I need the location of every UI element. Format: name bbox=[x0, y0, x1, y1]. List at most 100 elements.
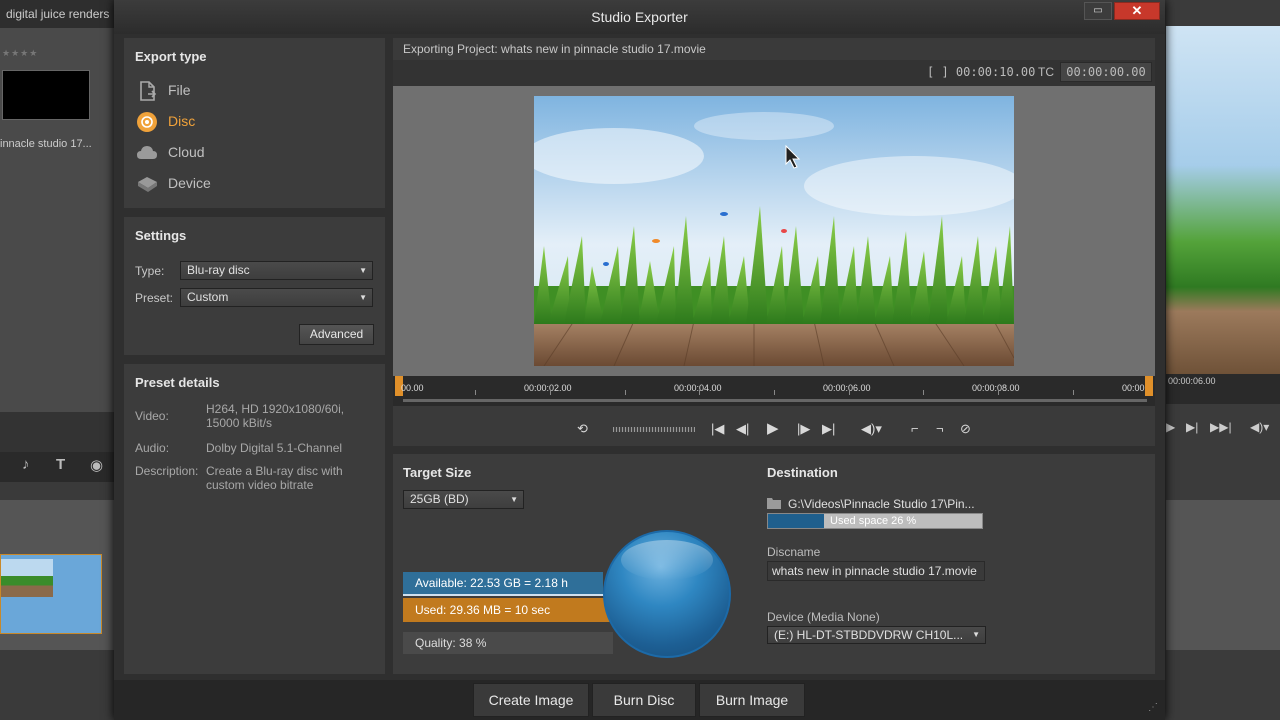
library-clip-label: innacle studio 17... bbox=[0, 138, 92, 150]
volume-icon[interactable]: ◀)▾ bbox=[861, 422, 882, 436]
used-bar: Used: 29.36 MB = 10 sec bbox=[403, 598, 613, 622]
skip-start-icon[interactable]: |◀ bbox=[711, 422, 724, 436]
used-space-bar: Used space 26 % bbox=[767, 513, 983, 529]
ruler-minor-tick bbox=[699, 390, 700, 395]
preset-label: Preset: bbox=[135, 291, 174, 305]
description-label: Description: bbox=[135, 464, 199, 478]
target-destination-panel: Target Size 25GB (BD) ▼ Available: 22.53… bbox=[393, 454, 1155, 674]
ruler-minor-tick bbox=[550, 390, 551, 395]
library-panel bbox=[0, 0, 116, 412]
used-space-label: Used space 26 % bbox=[830, 515, 917, 527]
device-value: (E:) HL-DT-STBDDVDRW CH10L... bbox=[774, 628, 964, 642]
type-label: Type: bbox=[135, 264, 165, 278]
folder-icon[interactable] bbox=[767, 497, 781, 509]
loop-icon[interactable]: ⟲ bbox=[577, 422, 588, 436]
file-icon bbox=[140, 81, 157, 101]
preset-dropdown[interactable]: Custom ▼ bbox=[180, 288, 373, 307]
title-text-icon[interactable]: T bbox=[56, 456, 65, 473]
export-type-file[interactable]: File bbox=[136, 79, 336, 103]
destination-path[interactable]: G:\Videos\Pinnacle Studio 17\Pin... bbox=[788, 497, 975, 511]
mic-icon[interactable]: ♪ bbox=[22, 456, 30, 473]
timeline-clip[interactable] bbox=[0, 554, 102, 634]
video-preview bbox=[534, 96, 1014, 366]
audio-label: Audio: bbox=[135, 441, 170, 455]
target-size-value: 25GB (BD) bbox=[410, 492, 469, 506]
next-frame-icon[interactable]: |▶ bbox=[797, 422, 810, 436]
scrubber-end-marker[interactable] bbox=[1145, 376, 1153, 396]
resize-grip-icon[interactable]: ⋰ bbox=[1148, 702, 1158, 713]
duration-display: [ ] 00:00:10.00 bbox=[927, 65, 1036, 79]
exporting-project-label: Exporting Project: whats new in pinnacle… bbox=[403, 42, 706, 56]
ruler-tick: 00:00:08.00 bbox=[972, 383, 1020, 393]
preview-area bbox=[393, 86, 1155, 376]
mark-in-icon[interactable]: ⌐ bbox=[911, 422, 919, 436]
ruler-minor-tick bbox=[923, 390, 924, 395]
burn-disc-button[interactable]: Burn Disc bbox=[592, 683, 696, 717]
sphere-highlight bbox=[621, 540, 713, 580]
burn-image-button[interactable]: Burn Image bbox=[699, 683, 805, 717]
ruler-minor-tick bbox=[625, 390, 626, 395]
export-type-label: Device bbox=[168, 175, 211, 191]
available-bar: Available: 22.53 GB = 2.18 h bbox=[403, 572, 603, 594]
device-dropdown[interactable]: (E:) HL-DT-STBDDVDRW CH10L... ▼ bbox=[767, 626, 986, 644]
prev-frame-icon[interactable]: ◀| bbox=[736, 422, 749, 436]
chevron-down-icon: ▼ bbox=[359, 293, 367, 302]
timecode-field[interactable]: 00:00:00.00 bbox=[1060, 62, 1152, 82]
export-type-label: File bbox=[168, 82, 191, 98]
ruler-minor-tick bbox=[998, 390, 999, 395]
shuttle-slider[interactable] bbox=[613, 427, 695, 432]
close-button[interactable]: ✕ bbox=[1114, 2, 1160, 20]
ruler-tick: 00:00:02.00 bbox=[524, 383, 572, 393]
scrub-bar[interactable] bbox=[403, 399, 1147, 402]
rating-stars: ★★★★ bbox=[2, 48, 39, 58]
ruler-minor-tick bbox=[1073, 390, 1074, 395]
next-frame-icon[interactable]: ▶| bbox=[1186, 420, 1198, 434]
advanced-button[interactable]: Advanced bbox=[299, 324, 374, 345]
skip-end-icon[interactable]: ▶▶| bbox=[1210, 420, 1232, 434]
target-size-dropdown[interactable]: 25GB (BD) ▼ bbox=[403, 490, 524, 509]
player-panel: Exporting Project: whats new in pinnacle… bbox=[393, 38, 1155, 446]
voiceover-icon[interactable]: ◉ bbox=[90, 456, 103, 474]
device-icon bbox=[138, 177, 157, 192]
capacity-sphere bbox=[603, 530, 731, 658]
play-icon[interactable]: ▶ bbox=[767, 421, 779, 436]
volume-icon[interactable]: ◀)▾ bbox=[1250, 420, 1269, 434]
tc-label: TC bbox=[1038, 65, 1054, 79]
target-size-title: Target Size bbox=[403, 465, 472, 480]
create-image-button[interactable]: Create Image bbox=[473, 683, 589, 717]
clear-marks-icon[interactable]: ⊘ bbox=[960, 422, 971, 436]
mark-out-icon[interactable]: ¬ bbox=[936, 422, 944, 436]
play-icon[interactable]: ▶ bbox=[1166, 420, 1175, 434]
restore-button[interactable]: ▭ bbox=[1084, 2, 1112, 20]
settings-title: Settings bbox=[135, 228, 187, 243]
ruler-tick: 00:00 bbox=[1122, 383, 1145, 393]
type-dropdown[interactable]: Blu-ray disc ▼ bbox=[180, 261, 373, 280]
title-bar[interactable]: Studio Exporter ▭ ✕ bbox=[114, 0, 1165, 34]
type-value: Blu-ray disc bbox=[187, 263, 250, 277]
skip-end-icon[interactable]: ▶| bbox=[822, 422, 835, 436]
library-thumbnail[interactable] bbox=[2, 70, 90, 120]
player-header: [ ] 00:00:10.00 TC 00:00:00.00 bbox=[393, 60, 1155, 86]
discname-field[interactable]: whats new in pinnacle studio 17.movie bbox=[767, 561, 985, 581]
panel-divider bbox=[0, 412, 116, 452]
export-type-disc[interactable]: Disc bbox=[136, 110, 336, 134]
studio-exporter-dialog: Studio Exporter ▭ ✕ Export type File Dis… bbox=[114, 0, 1165, 720]
chevron-down-icon: ▼ bbox=[359, 266, 367, 275]
export-type-panel: Export type File Disc Cloud Device bbox=[124, 38, 385, 208]
video-label: Video: bbox=[135, 409, 169, 423]
player-preview-bg bbox=[1166, 26, 1280, 374]
library-title: digital juice renders bbox=[0, 0, 116, 28]
settings-panel: Settings Type: Blu-ray disc ▼ Preset: Cu… bbox=[124, 217, 385, 355]
preview-frame bbox=[534, 96, 1014, 366]
export-type-cloud[interactable]: Cloud bbox=[136, 141, 336, 165]
timeline-ruler[interactable]: 00.00 00:00:02.00 00:00:04.00 00:00:06.0… bbox=[393, 376, 1155, 406]
discname-label: Discname bbox=[767, 545, 821, 559]
quality-bar: Quality: 38 % bbox=[403, 632, 613, 654]
preset-value: Custom bbox=[187, 290, 229, 304]
bg-track-right bbox=[1166, 500, 1280, 650]
chevron-down-icon: ▼ bbox=[972, 630, 980, 639]
description-value: Create a Blu-ray disc with custom video … bbox=[206, 464, 343, 492]
ruler-minor-tick bbox=[849, 390, 850, 395]
preset-details-panel: Preset details Video: H264, HD 1920x1080… bbox=[124, 364, 385, 674]
export-type-device[interactable]: Device bbox=[136, 172, 336, 196]
